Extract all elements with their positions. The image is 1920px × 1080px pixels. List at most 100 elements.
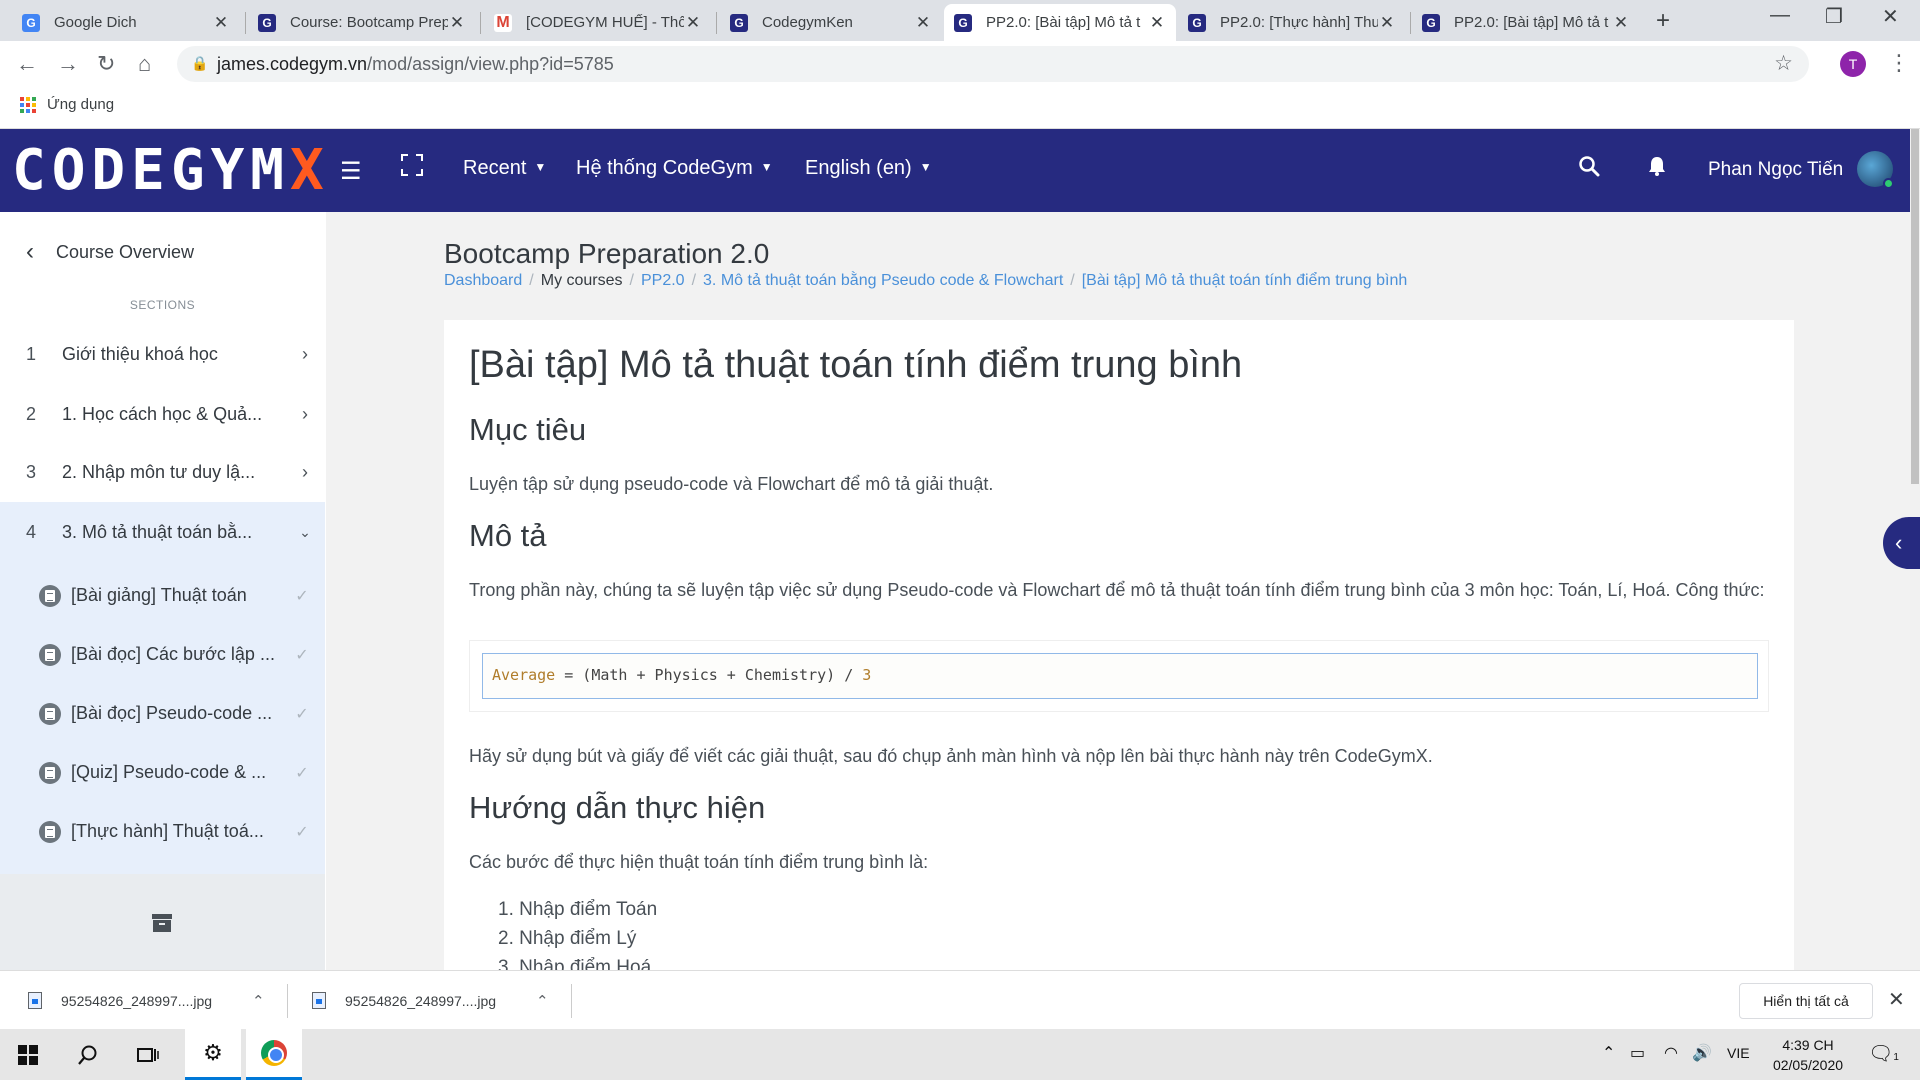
lock-icon[interactable]: 🔒 — [191, 55, 208, 72]
address-bar: ← → ↻ ⌂ 🔒 james.codegym.vn/mod/assign/vi… — [0, 41, 1920, 87]
url-field[interactable]: 🔒 james.codegym.vn/mod/assign/view.php?i… — [177, 46, 1809, 82]
windows-icon — [18, 1044, 38, 1065]
chevron-right-icon: › — [302, 403, 308, 424]
bell-icon[interactable] — [1646, 155, 1668, 183]
section-item[interactable]: 1 Giới thiệu khoá học › — [0, 324, 325, 384]
battery-icon[interactable]: ▭ — [1630, 1043, 1645, 1063]
close-window-button[interactable]: ✕ — [1882, 4, 1899, 29]
sections-heading: SECTIONS — [129, 298, 196, 312]
restore-button[interactable]: ❐ — [1825, 4, 1843, 29]
new-tab-button[interactable]: + — [1656, 7, 1670, 35]
language-indicator[interactable]: VIE — [1727, 1045, 1750, 1061]
close-tab-icon[interactable]: ✕ — [448, 13, 466, 33]
profile-avatar[interactable]: T — [1840, 51, 1866, 77]
clock[interactable]: 4:39 CH 02/05/2020 — [1768, 1035, 1848, 1075]
notification-icon[interactable]: 🗨1 — [1868, 1041, 1899, 1066]
close-tab-icon[interactable]: ✕ — [212, 13, 230, 33]
breadcrumb-link[interactable]: 3. Mô tả thuật toán bằng Pseudo code & F… — [703, 272, 1063, 290]
guide-intro: Các bước để thực hiện thuật toán tính đi… — [469, 852, 929, 872]
breadcrumb-link[interactable]: My courses — [541, 272, 623, 290]
user-name[interactable]: Phan Ngọc Tiến — [1708, 159, 1843, 181]
language-menu[interactable]: English (en) ▼ — [805, 157, 932, 180]
search-icon[interactable] — [60, 1029, 116, 1080]
browser-tab[interactable]: G CodegymKen ✕ — [720, 4, 942, 41]
tab-title: CodegymKen — [762, 14, 853, 31]
browser-tab[interactable]: G PP2.0: [Bài tập] Mô tả t ✕ — [1412, 4, 1640, 41]
show-all-downloads-button[interactable]: Hiển thị tất cả — [1739, 983, 1873, 1019]
download-item[interactable]: 95254826_248997....jpg ⌃ — [28, 971, 283, 1030]
assignment-card: [Bài tập] Mô tả thuật toán tính điểm tru… — [444, 320, 1794, 970]
code-block: Average = (Math + Physics + Chemistry) /… — [469, 640, 1769, 712]
checkmark-icon: ✓ — [295, 705, 309, 723]
system-menu[interactable]: Hệ thống CodeGym ▼ — [576, 157, 773, 180]
chevron-up-icon[interactable]: ⌃ — [536, 992, 549, 1010]
browser-tab-active[interactable]: G PP2.0: [Bài tập] Mô tả t ✕ — [944, 4, 1176, 41]
volume-icon[interactable]: 🔊 — [1692, 1043, 1712, 1063]
windows-taskbar: ⚙ ⌃ ▭ ◠ 🔊 VIE 4:39 CH 02/05/2020 🗨1 — [0, 1029, 1920, 1080]
close-tab-icon[interactable]: ✕ — [1612, 13, 1630, 33]
browser-tab[interactable]: G PP2.0: [Thực hành] Thu ✕ — [1178, 4, 1406, 41]
forward-button[interactable]: → — [57, 51, 79, 77]
chrome-taskbar-icon[interactable] — [246, 1029, 302, 1080]
breadcrumb-current[interactable]: [Bài tập] Mô tả thuật toán tính điểm tru… — [1082, 272, 1408, 290]
objective-heading: Mục tiêu — [469, 412, 587, 447]
task-view-icon[interactable] — [120, 1029, 176, 1080]
download-item[interactable]: 95254826_248997....jpg ⌃ — [312, 971, 567, 1030]
close-tab-icon[interactable]: ✕ — [1148, 13, 1166, 33]
breadcrumb-link[interactable]: PP2.0 — [641, 272, 685, 290]
online-status-dot — [1883, 178, 1894, 189]
reload-button[interactable]: ↻ — [97, 51, 115, 77]
fullscreen-icon[interactable] — [401, 154, 423, 176]
browser-tab[interactable]: G Google Dich ✕ — [12, 4, 240, 41]
assignment-icon — [39, 820, 61, 843]
activity-item[interactable]: [Bài đọc] Các bước lập ... ✓ — [0, 625, 325, 684]
close-tab-icon[interactable]: ✕ — [914, 13, 932, 33]
checkmark-icon: ✓ — [295, 764, 309, 782]
apps-bookmark[interactable]: Ứng dụng — [47, 96, 114, 113]
minimize-button[interactable]: — — [1770, 4, 1790, 27]
chevron-right-icon: › — [302, 461, 308, 482]
section-item[interactable]: 2 1. Học cách học & Quả... › — [0, 384, 325, 444]
chevron-right-icon: › — [302, 343, 308, 364]
hamburger-menu-icon[interactable]: ☰ — [340, 157, 362, 186]
objective-text: Luyện tập sử dụng pseudo-code và Flowcha… — [469, 474, 994, 494]
codegym-icon: G — [1188, 13, 1206, 32]
back-button[interactable]: ← — [16, 51, 38, 77]
codegymx-logo[interactable]: CODEGYMX — [12, 143, 324, 199]
wifi-icon[interactable]: ◠ — [1664, 1043, 1678, 1063]
breadcrumb-link[interactable]: Dashboard — [444, 272, 522, 290]
tab-title: Google Dich — [54, 14, 137, 31]
checkmark-icon: ✓ — [295, 587, 309, 605]
section-item-active[interactable]: 4 3. Mô tả thuật toán bằ... ⌄ — [0, 502, 325, 562]
activity-item[interactable]: [Quiz] Pseudo-code & ... ✓ — [0, 743, 325, 802]
home-button[interactable]: ⌂ — [138, 51, 151, 77]
caret-down-icon: ▼ — [534, 160, 547, 174]
settings-gear-icon[interactable]: ⚙ — [185, 1029, 241, 1080]
browser-tab[interactable]: G Course: Bootcamp Prep ✕ — [248, 4, 476, 41]
section-item[interactable]: 3 2. Nhập môn tư duy lậ... › — [0, 442, 325, 502]
close-tab-icon[interactable]: ✕ — [1378, 13, 1396, 33]
close-download-bar-icon[interactable]: ✕ — [1888, 987, 1905, 1012]
page-icon — [39, 643, 61, 666]
browser-tab[interactable]: M [CODEGYM HUẾ] - Thô ✕ — [484, 4, 712, 41]
tab-title: Course: Bootcamp Prep — [290, 14, 448, 31]
activity-item[interactable]: [Thực hành] Thuật toá... ✓ — [0, 802, 325, 861]
show-hidden-icons[interactable]: ⌃ — [1602, 1043, 1615, 1063]
chrome-menu-icon[interactable]: ⋮ — [1888, 50, 1910, 76]
activity-item[interactable]: [Bài giảng] Thuật toán ✓ — [0, 566, 325, 625]
activity-item[interactable]: [Bài đọc] Pseudo-code ... ✓ — [0, 684, 325, 743]
course-overview-link[interactable]: ‹ Course Overview — [26, 238, 194, 266]
search-icon[interactable] — [1578, 155, 1600, 183]
archive-icon[interactable] — [152, 914, 172, 932]
chevron-down-icon: ⌄ — [299, 523, 311, 540]
chevron-up-icon[interactable]: ⌃ — [252, 992, 265, 1010]
codegym-icon: G — [954, 13, 972, 32]
bookmark-star-icon[interactable]: ☆ — [1774, 51, 1793, 76]
codegym-icon: G — [730, 13, 748, 32]
start-button[interactable] — [0, 1029, 56, 1080]
close-tab-icon[interactable]: ✕ — [684, 13, 702, 33]
recent-menu[interactable]: Recent ▼ — [463, 157, 546, 180]
apps-grid-icon[interactable] — [20, 97, 36, 113]
tab-title: PP2.0: [Bài tập] Mô tả t — [1454, 14, 1609, 31]
page-title: [Bài tập] Mô tả thuật toán tính điểm tru… — [469, 344, 1243, 386]
